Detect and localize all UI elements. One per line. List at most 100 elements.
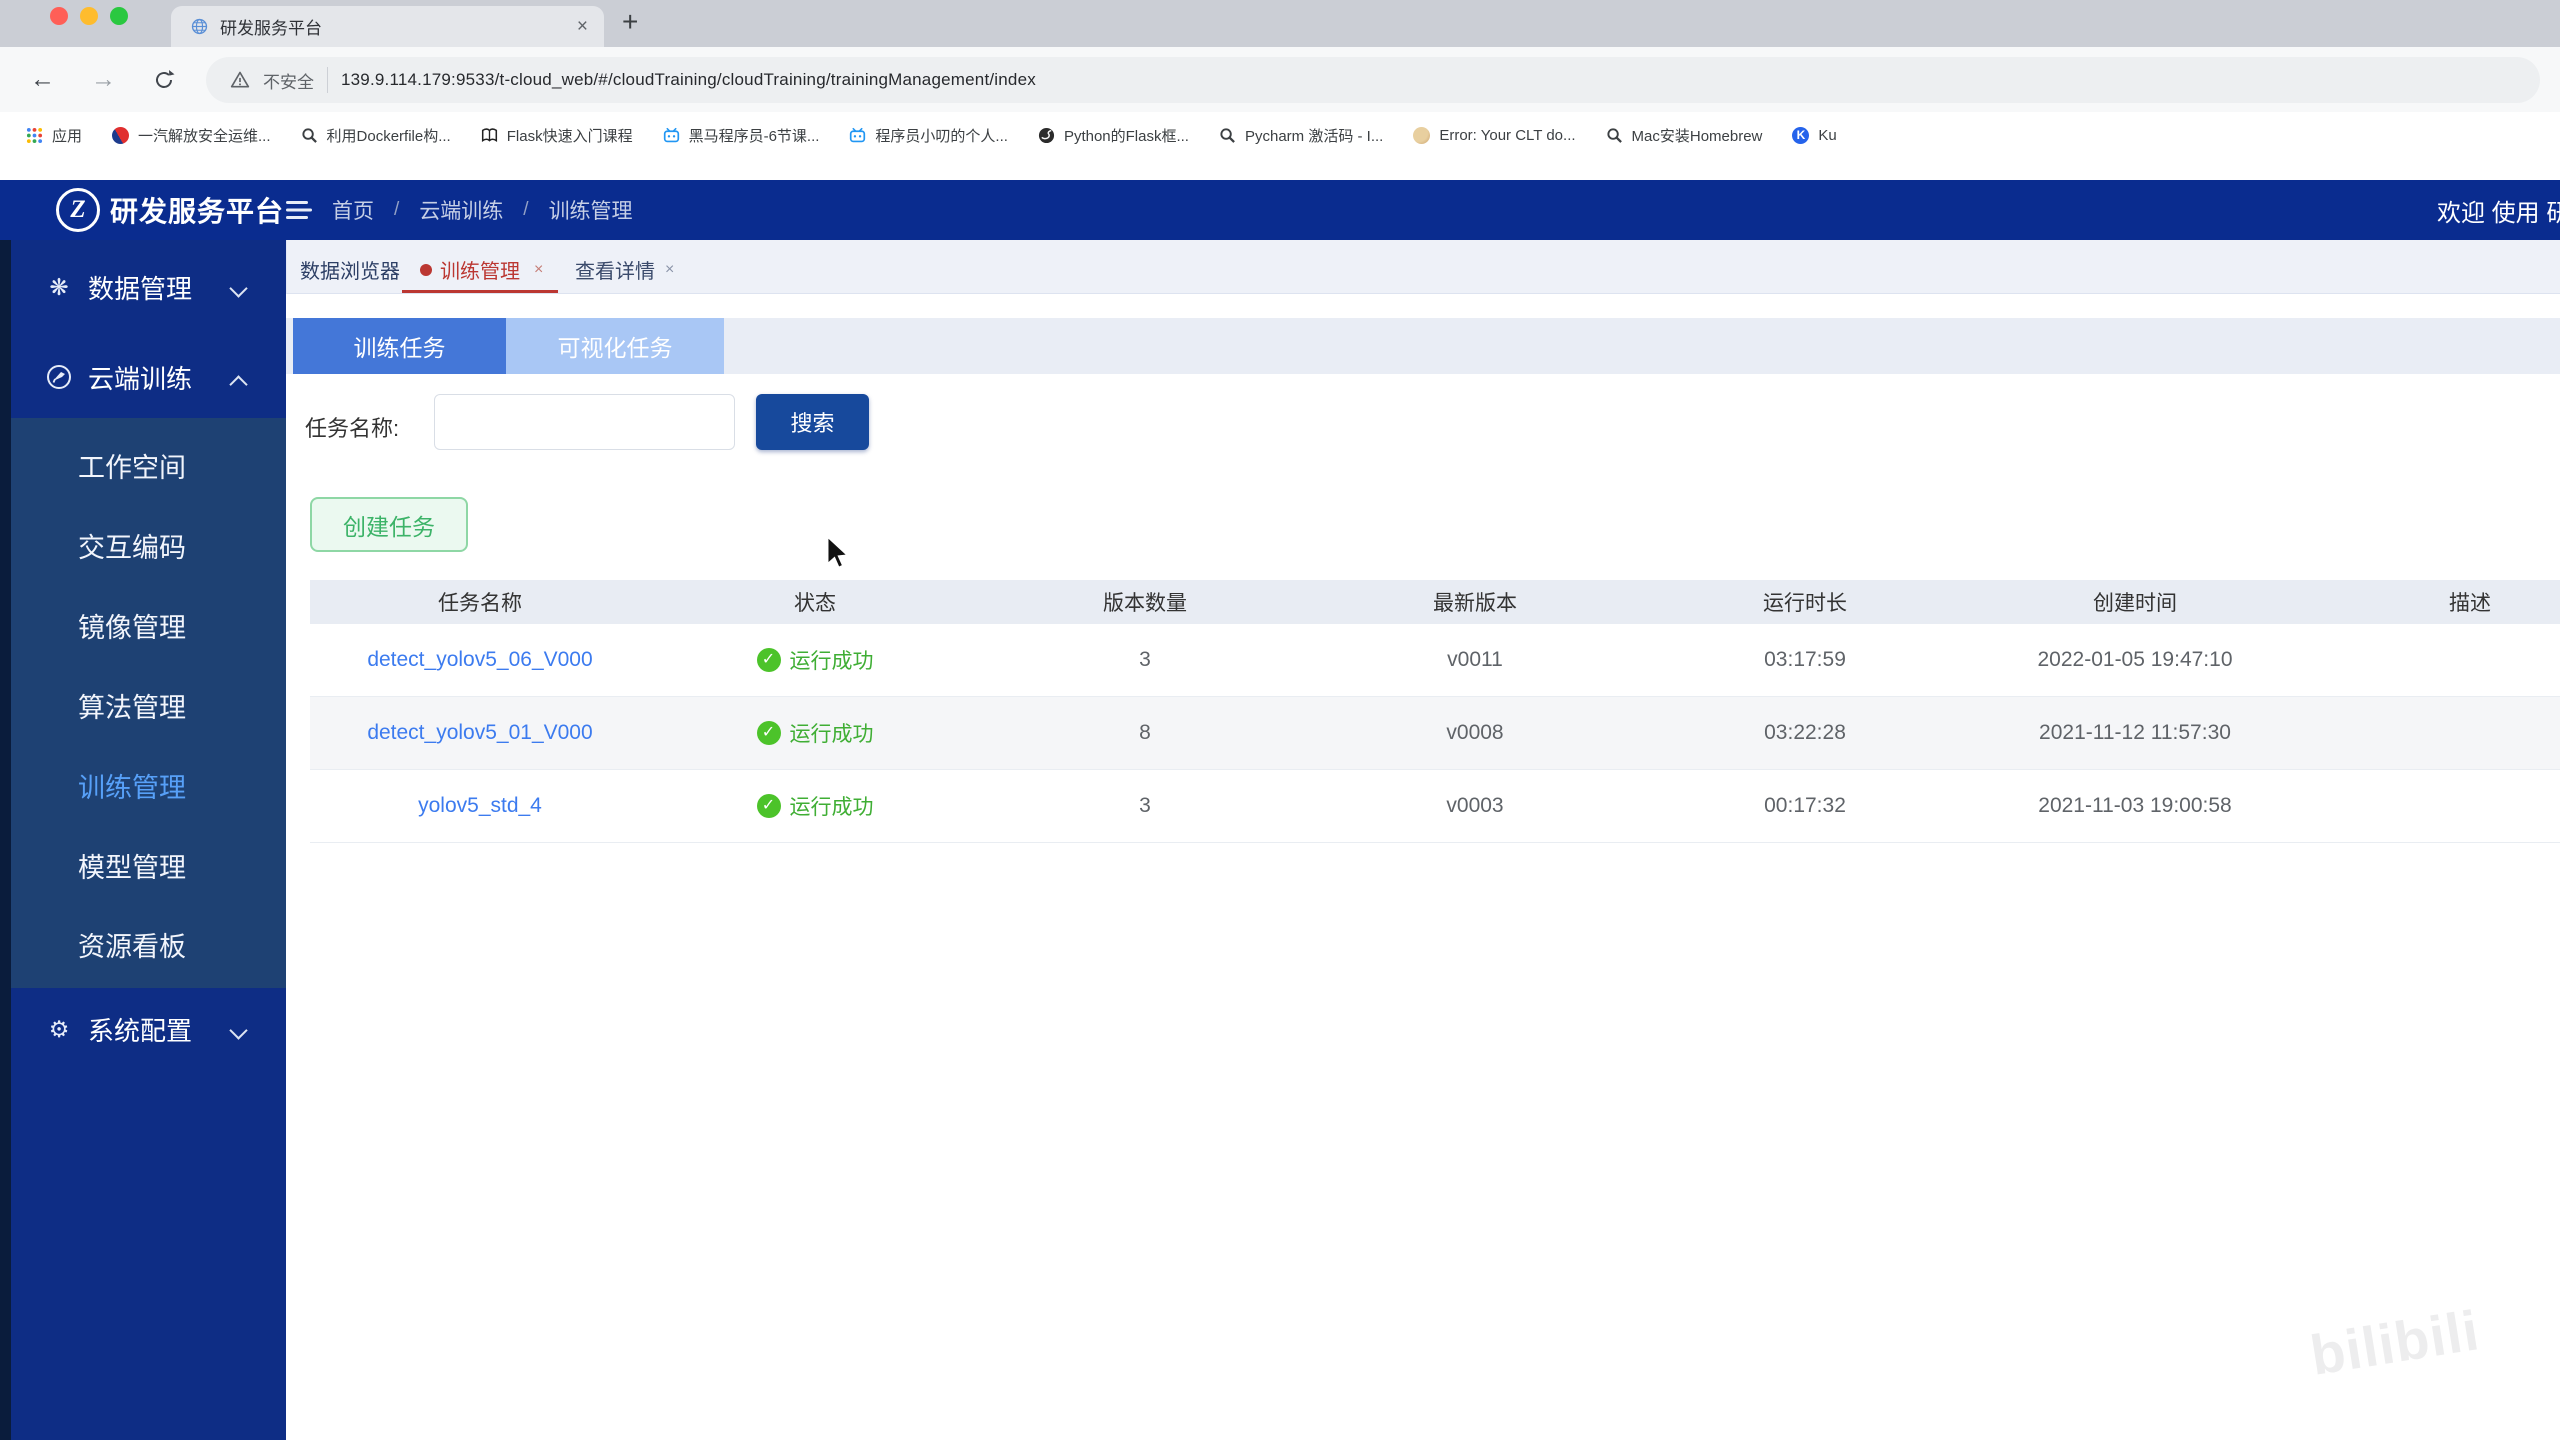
- col-task-name: 任务名称: [438, 592, 522, 615]
- sidebar-item-algorithm-management[interactable]: 算法管理: [11, 681, 286, 729]
- created-time: 2021-11-12 11:57:30: [2039, 721, 2231, 744]
- gear-icon: ⚙: [48, 1015, 70, 1042]
- latest-version: v0011: [1447, 648, 1503, 671]
- search-button[interactable]: 搜索: [756, 394, 869, 450]
- collapse-menu-icon[interactable]: [286, 199, 312, 221]
- bilibili-tv-favicon: [663, 127, 679, 142]
- breadcrumb: 首页 / 云端训练 / 训练管理: [286, 180, 633, 240]
- bookmark-item[interactable]: Python的Flask框...: [1038, 125, 1189, 146]
- welcome-message: 欢迎 使用 研发: [2437, 199, 2560, 227]
- mouse-cursor: [826, 534, 851, 570]
- sidebar-item-interactive-coding[interactable]: 交互编码: [11, 521, 286, 569]
- run-duration: 03:22:28: [1764, 721, 1846, 744]
- forward-icon[interactable]: →: [91, 67, 116, 92]
- bilibili-tv-favicon: [850, 127, 866, 142]
- new-tab-button[interactable]: +: [622, 6, 638, 38]
- traffic-light-zoom-button[interactable]: [110, 7, 128, 25]
- sidebar-item-training-management[interactable]: 训练管理: [11, 761, 286, 809]
- traffic-light-close-button[interactable]: [50, 7, 68, 25]
- bookmark-item[interactable]: 程序员小叨的个人...: [849, 125, 1008, 146]
- magnifier-favicon: [1606, 127, 1622, 143]
- screen: 研发服务平台 × + ← → 不安全 139.9.114.179:9533/t-…: [0, 0, 2560, 1440]
- task-name-input[interactable]: [434, 394, 735, 450]
- version-count: 8: [1139, 721, 1151, 744]
- traffic-light-minimize-button[interactable]: [80, 7, 98, 25]
- doge-favicon: [1413, 126, 1431, 144]
- bookmark-item[interactable]: Error: Your CLT do...: [1413, 126, 1576, 144]
- breadcrumb-training-management[interactable]: 训练管理: [549, 195, 633, 225]
- breadcrumb-separator: /: [394, 199, 400, 220]
- col-latest-version: 最新版本: [1433, 592, 1517, 615]
- sidebar-item-image-management[interactable]: 镜像管理: [11, 601, 286, 649]
- bookmark-item[interactable]: 一汽解放安全运维...: [112, 125, 271, 146]
- tab-close-icon[interactable]: ×: [534, 261, 543, 279]
- bookmarks-bar: 应用 一汽解放安全运维... 利用Dockerfile构... Flask快速入…: [0, 112, 2560, 158]
- bookmark-item[interactable]: 利用Dockerfile构...: [301, 125, 451, 146]
- security-label[interactable]: 不安全: [263, 68, 314, 93]
- app-brand: Z 研发服务平台: [56, 180, 284, 240]
- sidebar-item-model-management[interactable]: 模型管理: [11, 841, 286, 889]
- breadcrumb-home[interactable]: 首页: [332, 195, 374, 225]
- col-version-count: 版本数量: [1103, 592, 1187, 615]
- magnifier-favicon: [1220, 127, 1235, 143]
- cloud-training-icon: [47, 365, 71, 389]
- col-status: 状态: [794, 592, 836, 615]
- tab-close-icon[interactable]: ×: [577, 17, 588, 36]
- status-cell: ✓ 运行成功: [650, 645, 980, 675]
- status-cell: ✓ 运行成功: [650, 718, 980, 748]
- browser-nav-icons: ← →: [30, 47, 176, 112]
- globe-favicon-icon: [191, 18, 208, 35]
- create-task-button[interactable]: 创建任务: [310, 497, 468, 552]
- bookmark-item[interactable]: Flask快速入门课程: [481, 125, 633, 146]
- subtab-visualization-tasks[interactable]: 可视化任务: [506, 318, 724, 374]
- bookmark-item[interactable]: Mac安装Homebrew: [1606, 125, 1762, 146]
- app-title: 研发服务平台: [110, 196, 285, 227]
- bookmark-item[interactable]: K Ku: [1792, 126, 1837, 144]
- table-row: detect_yolov5_01_V000 ✓ 运行成功 8 v0008 03:…: [310, 697, 2560, 770]
- tab-view-details[interactable]: 查看详情 ×: [575, 255, 674, 284]
- bookmark-item[interactable]: Pycharm 激活码 - I...: [1219, 125, 1383, 146]
- col-created-time: 创建时间: [2093, 592, 2177, 615]
- created-time: 2021-11-03 19:00:58: [2038, 794, 2232, 817]
- book-favicon: [481, 127, 497, 142]
- magnifier-favicon: [301, 127, 317, 143]
- active-tab-underline: [402, 290, 558, 293]
- sidebar-item-workspace[interactable]: 工作空间: [11, 441, 286, 489]
- latest-version: v0003: [1446, 794, 1504, 817]
- sidebar-item-cloud-training[interactable]: 云端训练: [11, 352, 286, 402]
- address-bar[interactable]: 不安全 139.9.114.179:9533/t-cloud_web/#/clo…: [206, 57, 2540, 103]
- k-circle-favicon: K: [1792, 126, 1810, 144]
- task-name-link[interactable]: detect_yolov5_01_V000: [310, 721, 650, 745]
- success-check-icon: ✓: [756, 648, 781, 672]
- breadcrumb-cloud-training[interactable]: 云端训练: [419, 195, 503, 225]
- task-table: 任务名称 状态 版本数量 最新版本 运行时长 创建时间 描述 detect_yo…: [310, 580, 2560, 843]
- sidebar-item-resource-dashboard[interactable]: 资源看板: [11, 920, 286, 968]
- tab-title: 研发服务平台: [220, 19, 322, 38]
- tab-data-browser[interactable]: 数据浏览器: [300, 255, 400, 284]
- not-secure-warning-icon: [230, 71, 250, 88]
- task-name-link[interactable]: yolov5_std_4: [310, 794, 650, 818]
- task-name-label: 任务名称:: [305, 416, 400, 441]
- version-count: 3: [1139, 794, 1151, 817]
- reload-icon[interactable]: [152, 68, 176, 92]
- browser-tab[interactable]: 研发服务平台 ×: [171, 6, 604, 47]
- bookmark-apps[interactable]: 应用: [26, 125, 82, 146]
- latest-version: v0008: [1446, 721, 1504, 744]
- active-tab-dot-icon: [420, 263, 432, 276]
- tab-training-management[interactable]: 训练管理 ×: [420, 255, 543, 284]
- run-duration: 03:17:59: [1764, 648, 1846, 671]
- bilibili-watermark: bilibili: [2306, 1298, 2484, 1387]
- apps-grid-icon: [26, 127, 43, 143]
- subtab-training-tasks[interactable]: 训练任务: [293, 318, 506, 374]
- run-duration: 00:17:32: [1764, 794, 1846, 817]
- app-logo: Z: [56, 188, 100, 232]
- url-text[interactable]: 139.9.114.179:9533/t-cloud_web/#/cloudTr…: [341, 70, 1036, 90]
- task-name-link[interactable]: detect_yolov5_06_V000: [310, 648, 650, 672]
- table-header-row: 任务名称 状态 版本数量 最新版本 运行时长 创建时间 描述: [310, 580, 2560, 624]
- bookmark-item[interactable]: 黑马程序员-6节课...: [663, 125, 819, 146]
- red-blue-favicon: [112, 126, 130, 144]
- tab-close-icon[interactable]: ×: [665, 261, 674, 279]
- col-description: 描述: [2449, 592, 2491, 615]
- sidebar-edge-strip: [0, 240, 11, 1440]
- back-icon[interactable]: ←: [30, 67, 55, 92]
